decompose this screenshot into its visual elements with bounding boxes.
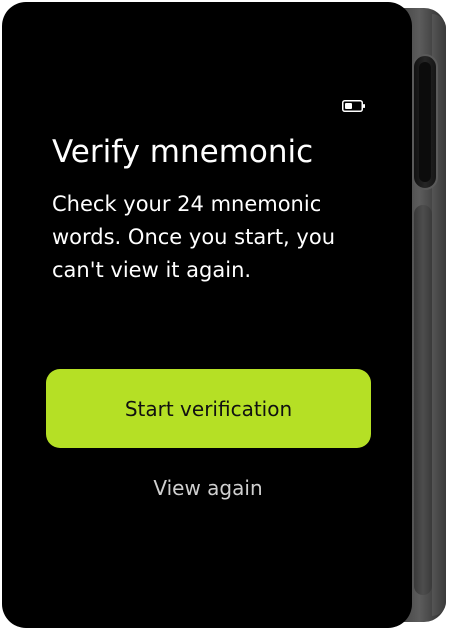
device-side-groove bbox=[414, 205, 432, 595]
start-verification-button[interactable]: Start verification bbox=[46, 369, 371, 448]
device-screen: Verify mnemonic Check your 24 mnemonic w… bbox=[2, 2, 412, 628]
page-title: Verify mnemonic bbox=[52, 134, 314, 170]
device-side-button[interactable] bbox=[412, 54, 438, 190]
hardware-wallet-device: Verify mnemonic Check your 24 mnemonic w… bbox=[0, 0, 450, 630]
page-description: Check your 24 mnemonic words. Once you s… bbox=[52, 192, 335, 282]
view-again-button[interactable]: View again bbox=[102, 468, 314, 508]
battery-icon bbox=[342, 100, 365, 112]
device-side-button-face bbox=[419, 62, 431, 182]
